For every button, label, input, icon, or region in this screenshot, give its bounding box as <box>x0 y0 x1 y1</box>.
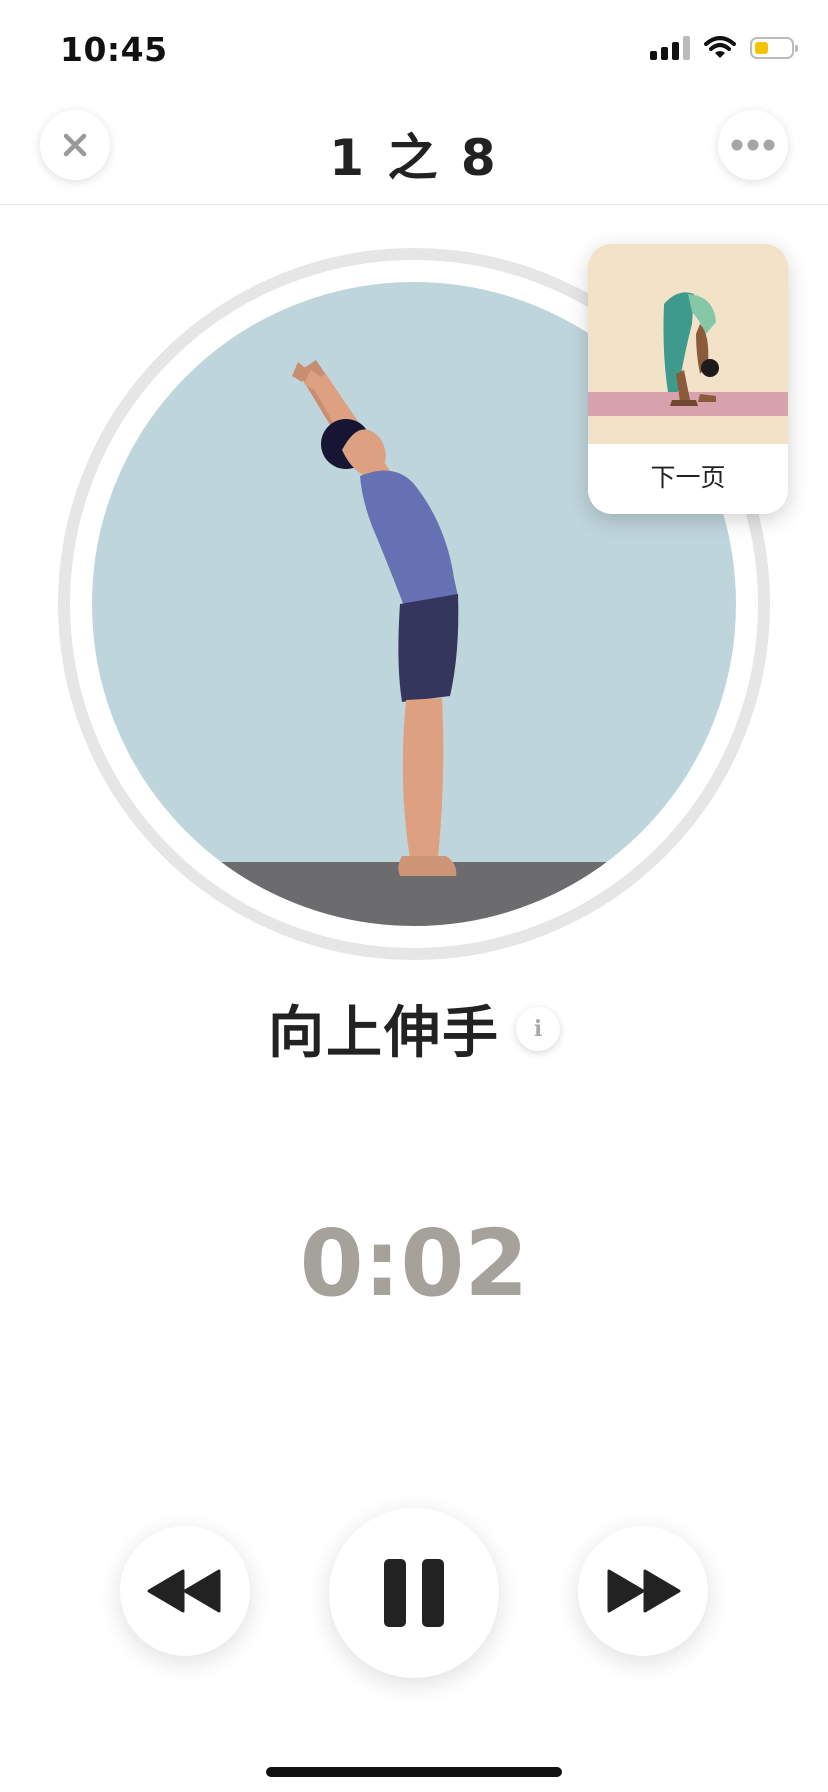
home-indicator <box>266 1767 562 1777</box>
battery-icon <box>750 37 798 59</box>
timer: 0:02 <box>299 1210 529 1317</box>
pose-name-row: 向上伸手 i <box>0 988 828 1069</box>
header: 1 之 8 <box>0 100 828 205</box>
next-pose-card[interactable]: 下一页 <box>588 244 788 514</box>
pause-icon <box>384 1559 444 1627</box>
rewind-button[interactable] <box>120 1526 250 1656</box>
info-button[interactable]: i <box>516 1006 560 1051</box>
status-bar: 10:45 <box>0 0 828 100</box>
next-pose-thumbnail <box>588 244 788 444</box>
progress-title: 1 之 8 <box>329 129 499 187</box>
rewind-icon <box>147 1569 221 1613</box>
fast-forward-icon <box>607 1569 681 1613</box>
status-time: 10:45 <box>60 30 168 69</box>
pose-name: 向上伸手 <box>268 1001 500 1066</box>
wifi-icon <box>704 36 736 58</box>
next-pose-illustration <box>588 244 788 444</box>
more-button[interactable] <box>718 110 788 180</box>
status-icons <box>650 36 798 60</box>
next-label: 下一页 <box>650 463 726 492</box>
signal-icon <box>650 36 690 60</box>
pause-button[interactable] <box>329 1508 499 1678</box>
info-icon: i <box>533 1015 543 1042</box>
fast-forward-button[interactable] <box>578 1526 708 1656</box>
more-icon <box>731 139 775 151</box>
